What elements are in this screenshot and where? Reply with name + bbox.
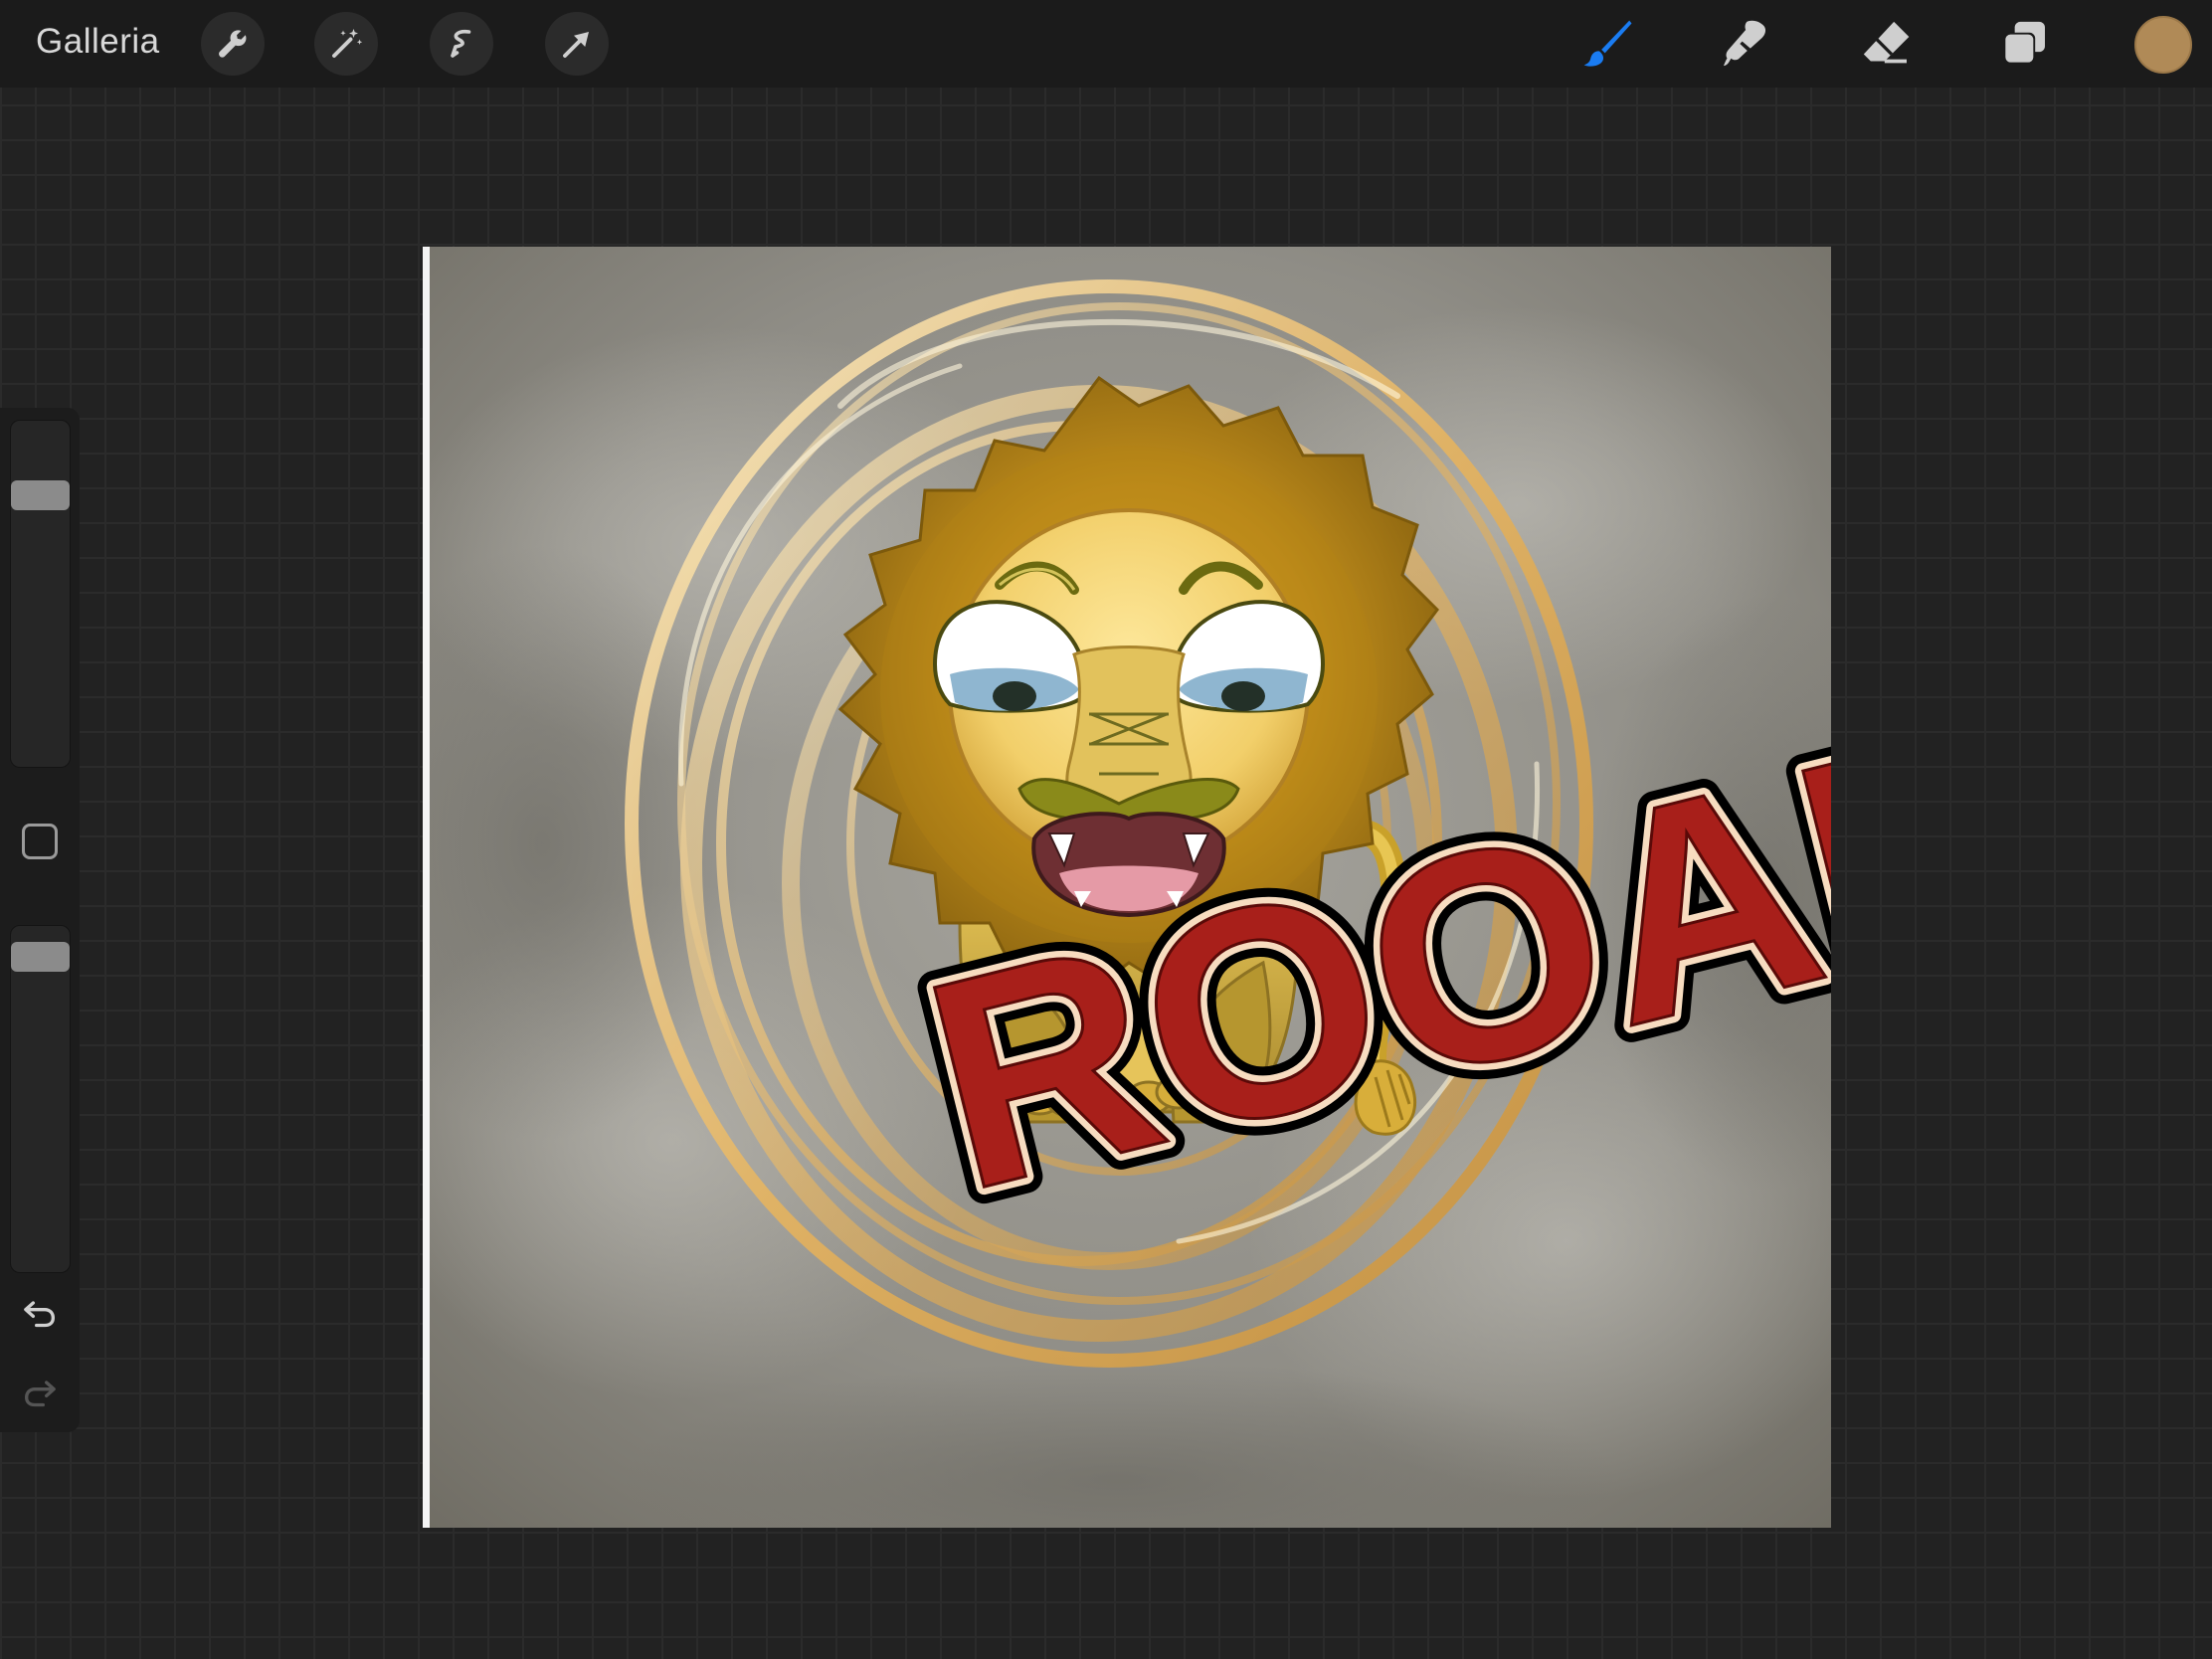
modify-button[interactable] [22,824,58,859]
drawing-canvas[interactable]: ROOAR! ROOAR! ROOAR! [423,247,1831,1528]
opacity-slider[interactable] [10,925,71,1273]
magic-wand-icon [332,29,363,58]
procreate-app: Galleria ROOAR! ROOAR! ROOAR! [0,0,2212,1659]
smudge-icon [1724,20,1766,67]
brush-size-handle[interactable] [11,480,70,510]
eraser-icon [1863,21,1910,64]
canvas-edge-highlight [423,247,430,1528]
color-picker-button[interactable] [2134,16,2192,74]
opacity-handle[interactable] [11,942,70,972]
redo-icon[interactable] [20,1373,60,1412]
brush-size-slider[interactable] [10,420,71,768]
brush-icon [1583,20,1632,67]
layers-icon [2003,21,2045,65]
undo-icon[interactable] [20,1293,60,1333]
smudge-tool-button[interactable] [1711,10,1778,78]
layers-button[interactable] [1990,10,2058,78]
eraser-tool-button[interactable] [1852,10,1920,78]
actions-button[interactable] [201,12,265,76]
adjustments-button[interactable] [314,12,378,76]
wrench-icon [219,30,247,58]
top-toolbar: Galleria [0,0,2212,88]
selection-button[interactable] [430,12,493,76]
transform-button[interactable] [545,12,609,76]
selection-icon [451,29,471,58]
gallery-button[interactable]: Galleria [36,22,160,62]
left-sidebar [0,408,80,1432]
brush-tool-button[interactable] [1573,10,1641,78]
transform-arrow-icon [563,32,589,58]
